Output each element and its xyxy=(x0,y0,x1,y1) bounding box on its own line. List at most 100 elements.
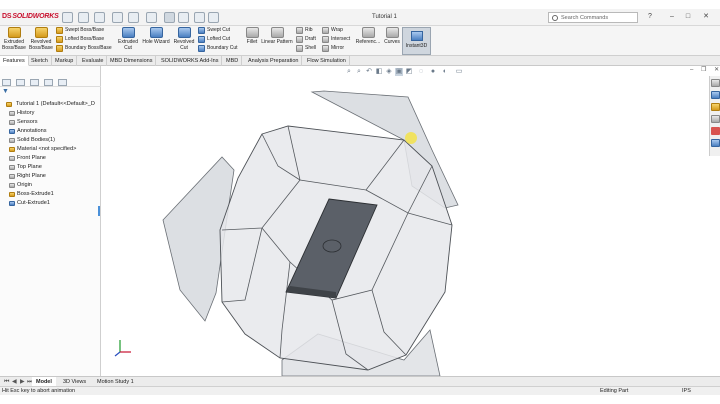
first-tab-icon[interactable]: ⏮ xyxy=(4,379,10,385)
tree-item-origin[interactable]: Origin xyxy=(4,181,32,190)
options-gear-icon[interactable] xyxy=(208,12,219,23)
tab-sketch[interactable]: Sketch xyxy=(28,56,52,66)
solidworks-resources-icon[interactable] xyxy=(711,79,720,87)
curves-button[interactable]: Curves xyxy=(382,27,402,45)
zoom-to-fit-icon[interactable]: ⌕ xyxy=(345,68,353,76)
dynamic-annotation-icon[interactable]: ◈ xyxy=(385,68,393,76)
prev-tab-icon[interactable]: ◀ xyxy=(12,379,18,385)
section-view-icon[interactable]: ◧ xyxy=(375,68,383,76)
select-icon[interactable] xyxy=(164,12,175,23)
reference-geometry-button[interactable]: Referenc... xyxy=(355,27,381,45)
edit-appearance-icon[interactable]: ● xyxy=(429,68,437,76)
hole-wizard-icon xyxy=(149,27,163,38)
wrap-button[interactable]: Wrap xyxy=(322,26,343,35)
material-icon xyxy=(9,147,15,152)
annotations-icon xyxy=(9,129,15,134)
viewport-minimize-icon[interactable]: – xyxy=(690,67,693,73)
revolved-boss-button[interactable]: Revolved Boss/Base xyxy=(28,27,54,51)
feature-manager-icon[interactable] xyxy=(2,79,11,86)
tree-item-right-plane[interactable]: Right Plane xyxy=(4,172,46,181)
hide-show-items-icon[interactable]: ◌ xyxy=(417,68,425,76)
tab-solidworks-add-ins[interactable]: SOLIDWORKS Add-Ins xyxy=(158,56,223,66)
next-tab-icon[interactable]: ▶ xyxy=(20,379,26,385)
view-settings-icon[interactable]: ▭ xyxy=(455,68,463,76)
fillet-button[interactable]: Fillet xyxy=(244,27,260,45)
maximize-icon[interactable]: □ xyxy=(684,13,692,21)
tab-evaluate[interactable]: Evaluate xyxy=(79,56,108,66)
model-view[interactable] xyxy=(102,66,708,377)
tab-mbd[interactable]: MBD xyxy=(223,56,243,66)
intersect-button[interactable]: Intersect xyxy=(322,35,350,44)
save-icon[interactable] xyxy=(112,12,123,23)
hole-wizard-button[interactable]: Hole Wizard xyxy=(141,27,171,45)
revolved-cut-button[interactable]: Revolved Cut xyxy=(172,27,196,51)
filter-icon[interactable]: ▼ xyxy=(2,88,9,95)
design-library-icon[interactable] xyxy=(711,91,720,99)
viewport-restore-icon[interactable]: ❐ xyxy=(701,67,706,73)
tree-item-boss-extrude1[interactable]: Boss-Extrude1 xyxy=(4,190,54,199)
file-explorer-icon[interactable] xyxy=(711,103,720,111)
origin-icon xyxy=(9,183,15,188)
rebuild-icon[interactable] xyxy=(178,12,189,23)
tree-item-sensors[interactable]: Sensors xyxy=(4,118,38,127)
tree-item-cut-extrude1[interactable]: Cut-Extrude1 xyxy=(4,199,50,208)
print-icon[interactable] xyxy=(128,12,139,23)
draft-button[interactable]: Draft xyxy=(296,35,316,44)
display-manager-icon[interactable] xyxy=(58,79,67,86)
lofted-boss-button[interactable]: Lofted Boss/Base xyxy=(56,35,104,44)
custom-properties-icon[interactable] xyxy=(711,139,720,147)
tree-item-solid-bodies[interactable]: Solid Bodies(1) xyxy=(4,136,55,145)
tree-item-top-plane[interactable]: Top Plane xyxy=(4,163,42,172)
rollback-bar[interactable] xyxy=(98,206,100,216)
linear-pattern-button[interactable]: Linear Pattern xyxy=(260,27,294,45)
view-orientation-icon[interactable]: ▣ xyxy=(395,68,403,76)
extruded-boss-button[interactable]: Extruded Boss/Base xyxy=(1,27,27,51)
display-style-icon[interactable]: ◩ xyxy=(405,68,413,76)
shell-button[interactable]: Shell xyxy=(296,44,316,53)
extrude-icon xyxy=(7,27,21,38)
viewport-close-icon[interactable]: ✕ xyxy=(714,67,719,73)
swept-boss-button[interactable]: Swept Boss/Base xyxy=(56,26,104,35)
new-document-icon[interactable] xyxy=(78,12,89,23)
tab-mbd-dimensions[interactable]: MBD Dimensions xyxy=(107,56,157,66)
file-properties-icon[interactable] xyxy=(194,12,205,23)
tree-item-annotations[interactable]: Annotations xyxy=(4,127,47,136)
tab-analysis-preparation[interactable]: Analysis Preparation xyxy=(245,56,303,66)
tree-item-material[interactable]: Material <not specified> xyxy=(4,145,76,154)
tree-item-history[interactable]: History xyxy=(4,109,34,118)
tab-features[interactable]: Features xyxy=(0,56,29,66)
instant3d-button[interactable]: Instant3D xyxy=(402,27,431,55)
graphics-area[interactable] xyxy=(102,66,708,377)
mirror-button[interactable]: Mirror xyxy=(322,44,344,53)
feature-manager-tree: ▼ Tutorial 1 (Default<<Default>_D Histor… xyxy=(0,66,101,376)
home-icon[interactable] xyxy=(62,12,73,23)
task-pane xyxy=(709,76,720,156)
zoom-area-icon[interactable]: ⌕ xyxy=(355,68,363,76)
rib-button[interactable]: Rib xyxy=(296,26,313,35)
extruded-cut-button[interactable]: Extruded Cut xyxy=(116,27,140,51)
solidworks-logo[interactable]: DSSOLIDWORKS xyxy=(2,13,59,20)
command-manager: Extruded Boss/Base Revolved Boss/Base Sw… xyxy=(0,26,720,56)
boundary-boss-button[interactable]: Boundary Boss/Base xyxy=(56,44,112,53)
boundary-cut-button[interactable]: Boundary Cut xyxy=(198,44,238,53)
dimxpert-icon[interactable] xyxy=(44,79,53,86)
tree-root[interactable]: Tutorial 1 (Default<<Default>_D xyxy=(3,100,95,109)
search-commands-input[interactable]: Search Commands xyxy=(548,12,638,23)
appearances-icon[interactable] xyxy=(711,127,720,135)
previous-view-icon[interactable]: ↶ xyxy=(365,68,373,76)
bottom-margin xyxy=(0,395,720,404)
configuration-manager-icon[interactable] xyxy=(30,79,39,86)
lofted-cut-button[interactable]: Lofted Cut xyxy=(198,35,230,44)
property-manager-icon[interactable] xyxy=(16,79,25,86)
open-icon[interactable] xyxy=(94,12,105,23)
view-palette-icon[interactable] xyxy=(711,115,720,123)
tab-markup[interactable]: Markup xyxy=(52,56,78,66)
help-icon[interactable]: ? xyxy=(646,13,654,21)
swept-cut-button[interactable]: Swept Cut xyxy=(198,26,230,35)
undo-icon[interactable] xyxy=(146,12,157,23)
tab-flow-simulation[interactable]: Flow Simulation xyxy=(304,56,350,66)
apply-scene-icon[interactable]: ◐ xyxy=(441,68,449,76)
tree-item-front-plane[interactable]: Front Plane xyxy=(4,154,46,163)
minimize-icon[interactable]: – xyxy=(668,13,676,21)
close-icon[interactable]: ✕ xyxy=(702,13,710,21)
